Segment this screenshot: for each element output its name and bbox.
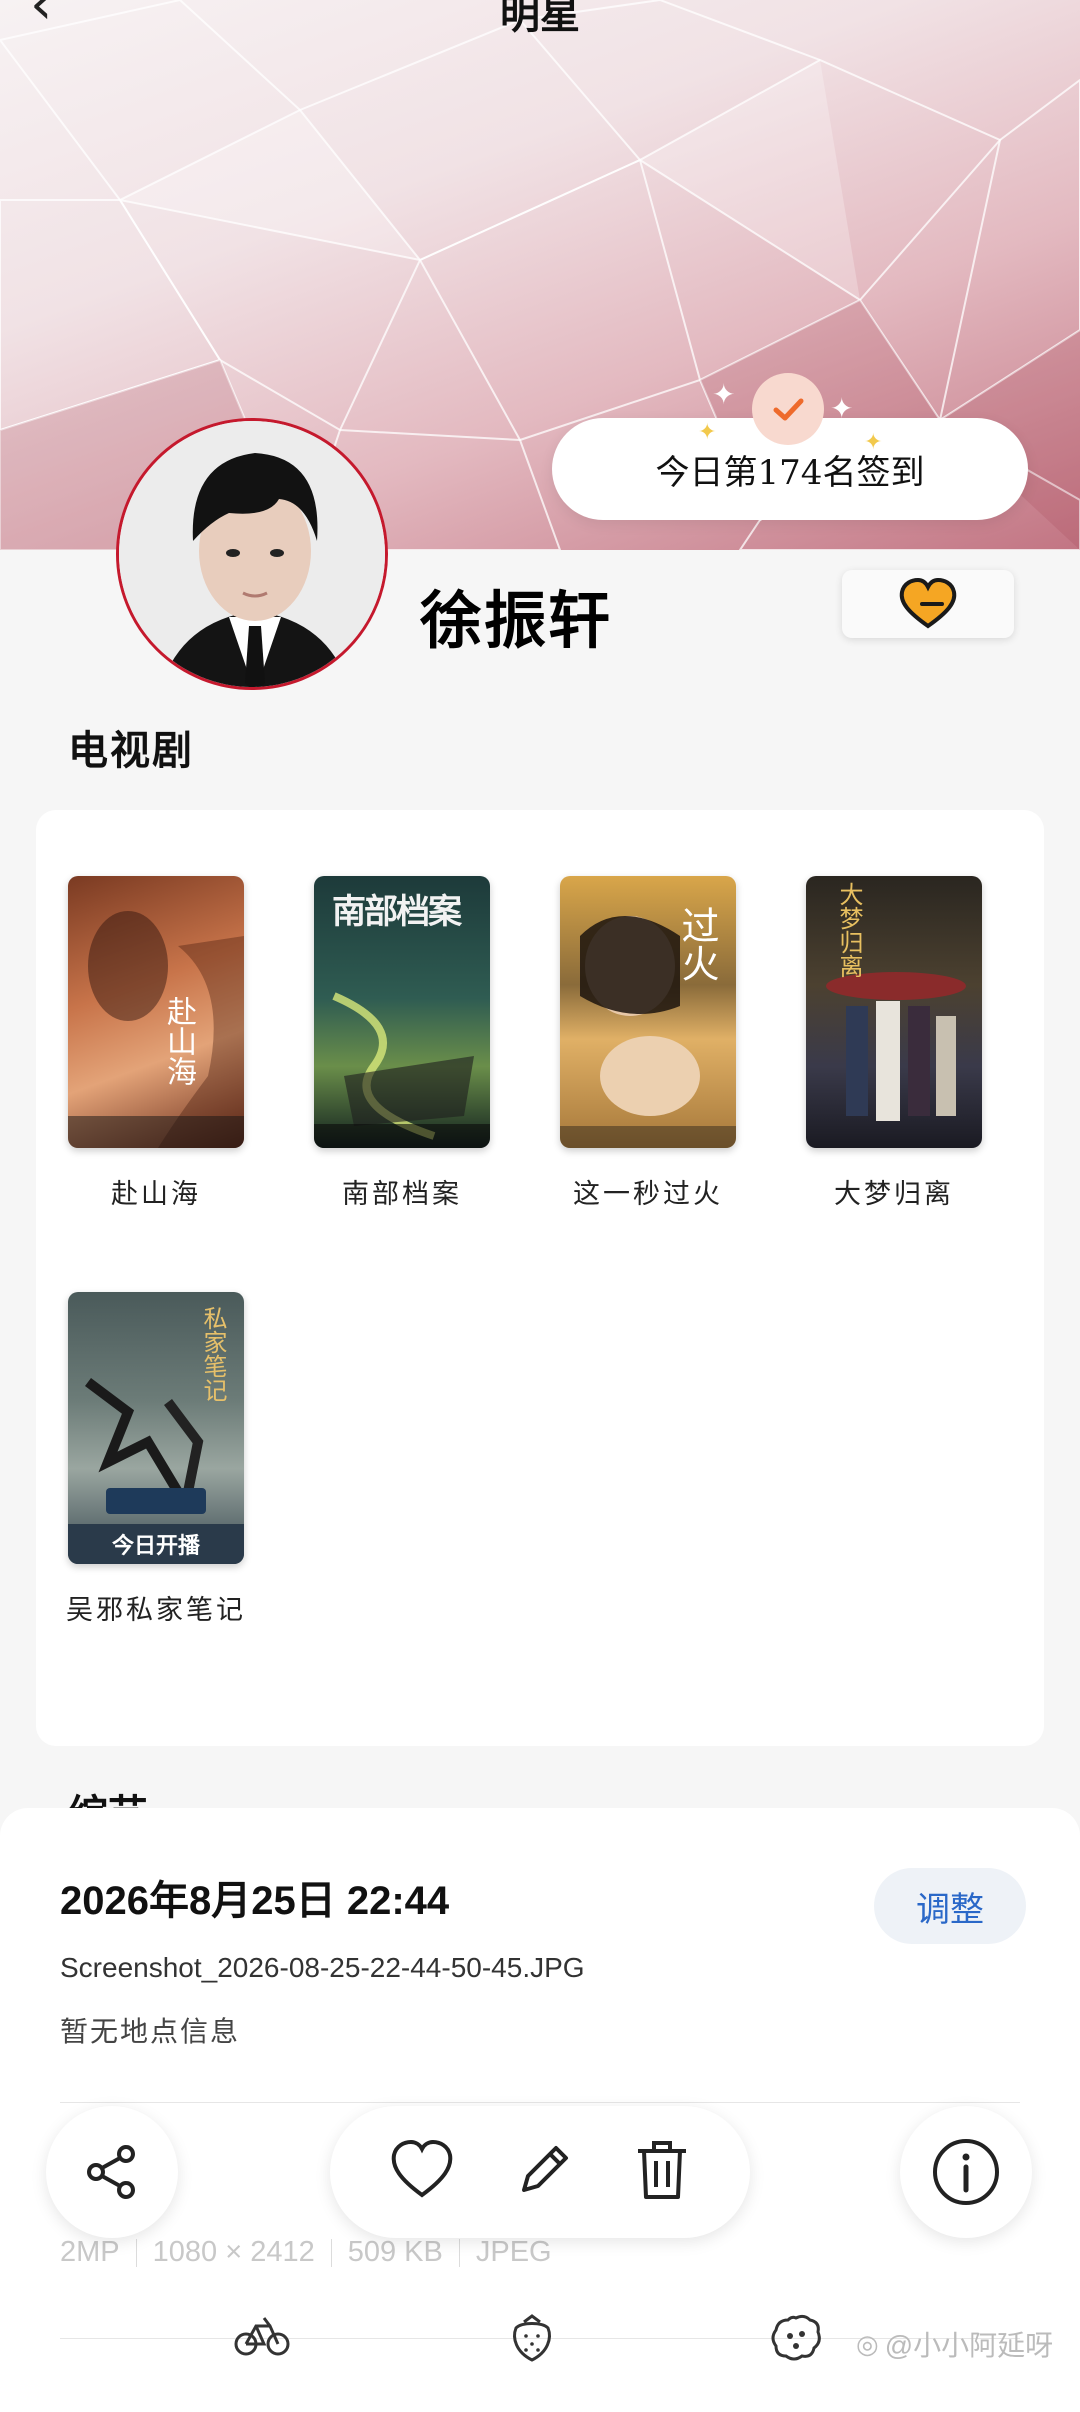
drama-title: 这一秒过火: [573, 1179, 723, 1210]
drama-poster[interactable]: 南部档案: [314, 876, 490, 1148]
drama-poster[interactable]: 私家笔记 今日开播: [68, 1292, 244, 1564]
divider: [60, 2102, 1020, 2103]
drama-title: 南部档案: [342, 1179, 462, 1210]
drama-poster[interactable]: 过火: [560, 876, 736, 1148]
drama-poster[interactable]: 大梦归离: [806, 876, 982, 1148]
like-button[interactable]: [388, 2139, 456, 2205]
cookie-icon[interactable]: [768, 2312, 824, 2368]
divider: [135, 2238, 137, 2267]
bicycle-icon[interactable]: [234, 2312, 290, 2364]
share-icon: [87, 2145, 135, 2199]
resolution: 1080 × 2412: [152, 2236, 315, 2268]
poster-title-art: 赴山海: [161, 996, 196, 1086]
poster-title-art: 过火: [675, 906, 719, 982]
file-format: JPEG: [475, 2236, 552, 2268]
drama-item[interactable]: 赴山海 赴山海: [56, 876, 256, 1216]
watermark: ◎ @小小阿延呀: [856, 2324, 1053, 2364]
drama-item[interactable]: 大梦归离 大梦归离: [794, 876, 994, 1216]
drama-title: 赴山海: [111, 1179, 201, 1210]
divider: [458, 2238, 460, 2267]
celebrity-name: 徐振轩: [420, 584, 613, 657]
photo-location: 暂无地点信息: [60, 2015, 241, 2048]
drama-title: 吴邪私家笔记: [66, 1595, 246, 1626]
megapixels: 2MP: [60, 2236, 120, 2268]
strawberry-icon[interactable]: [506, 2312, 558, 2368]
poster-title-art: 私家笔记: [199, 1306, 227, 1402]
poster-title-art: 南部档案: [332, 892, 462, 932]
pencil-icon: [522, 2146, 568, 2192]
trash-icon: [638, 2141, 686, 2199]
adjust-button[interactable]: 调整: [874, 1868, 1026, 1944]
divider: [330, 2238, 332, 2267]
favorite-button[interactable]: [842, 570, 1014, 638]
checkin-text: 今日第174名签到: [655, 452, 925, 493]
edit-button[interactable]: [512, 2138, 576, 2206]
sparkle-icon: ✦: [712, 378, 736, 411]
heart-outline-icon: [391, 2139, 453, 2198]
poster-title-art: 大梦归离: [835, 882, 863, 978]
drama-card: 赴山海 赴山海 南部档案 南部档案 过火 这一秒过火 大梦归离 大梦归离 私家笔…: [36, 810, 1044, 1746]
file-size: 509 KB: [347, 2236, 443, 2268]
photo-datetime: 2026年8月25日 22:44: [60, 1879, 450, 1923]
sparkle-icon: ✦: [698, 420, 717, 445]
drama-item[interactable]: 过火 这一秒过火: [548, 876, 748, 1216]
drama-title: 大梦归离: [834, 1179, 954, 1210]
photo-metadata: 2MP 1080 × 2412 509 KB JPEG: [60, 2236, 552, 2269]
drama-poster[interactable]: 赴山海: [68, 876, 244, 1148]
watermark-text: @小小阿延呀: [884, 2330, 1054, 2361]
poster-banner: 今日开播: [111, 1534, 200, 1559]
page-title: 明星: [500, 0, 580, 38]
delete-button[interactable]: [632, 2137, 692, 2207]
section-title-tv: 电视剧: [68, 727, 194, 774]
weibo-icon: ◎: [856, 2328, 879, 2359]
info-button[interactable]: [900, 2106, 1032, 2238]
info-icon: [933, 2139, 999, 2205]
avatar[interactable]: [116, 418, 388, 690]
check-icon: [752, 373, 824, 445]
drama-item[interactable]: 南部档案 南部档案: [302, 876, 502, 1216]
drama-item[interactable]: 私家笔记 今日开播 吴邪私家笔记: [56, 1292, 256, 1632]
sparkle-icon: ✦: [864, 430, 883, 455]
heart-icon: [899, 578, 957, 629]
action-group: [330, 2106, 750, 2238]
photo-filename: Screenshot_2026-08-25-22-44-50-45.JPG: [60, 1952, 585, 1983]
sparkle-icon: ✦: [830, 392, 854, 425]
share-button[interactable]: [46, 2106, 178, 2238]
